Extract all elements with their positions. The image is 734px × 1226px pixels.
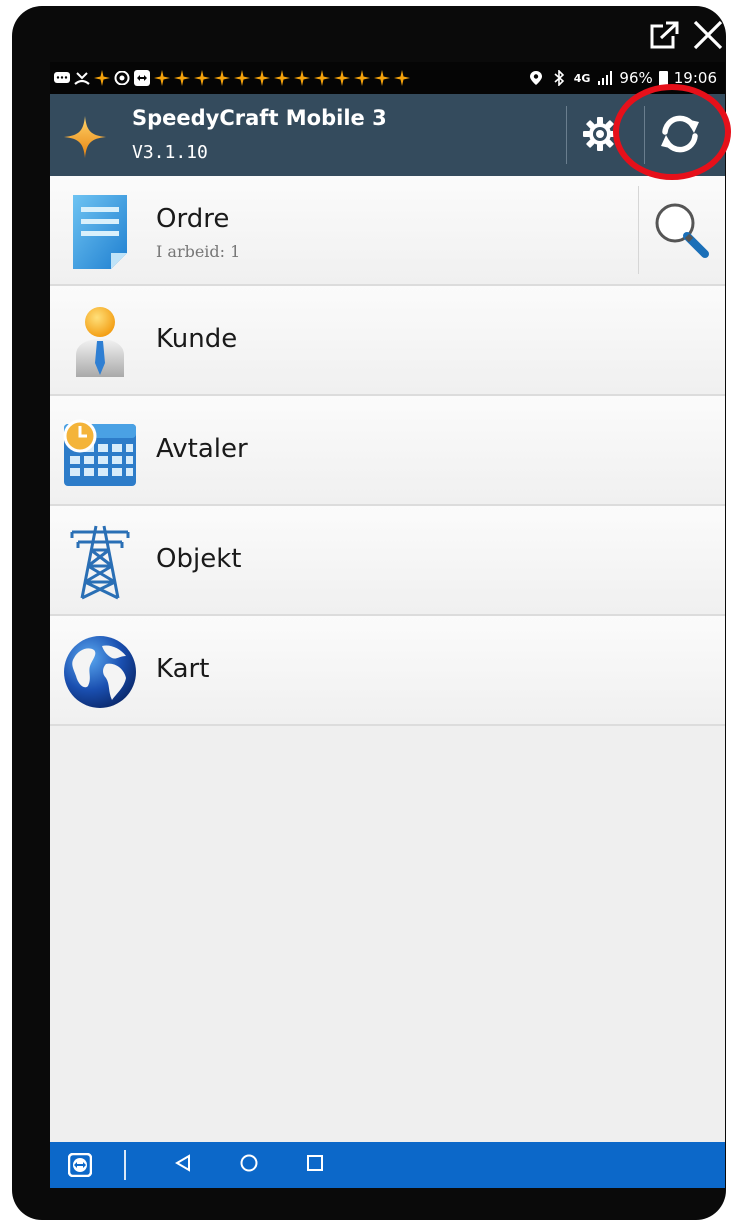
appbar-divider <box>644 106 645 164</box>
home-button[interactable] <box>234 1150 264 1180</box>
menu-item-label: Ordre <box>156 204 230 234</box>
star-notification-icon <box>373 70 390 87</box>
star-notification-icon <box>213 70 230 87</box>
menu-item-label: Objekt <box>156 544 242 574</box>
home-icon <box>239 1153 259 1177</box>
star-notification-icon <box>353 70 370 87</box>
signal-icon <box>596 70 613 87</box>
battery-percent: 96% <box>619 69 653 87</box>
star-notification-icon <box>253 70 270 87</box>
recents-icon <box>306 1154 324 1176</box>
device-frame: 4G 96% 19:06 SpeedyCraft Mobile 3 V3.1.1… <box>12 6 731 1220</box>
star-notification-icon <box>333 70 350 87</box>
back-button[interactable] <box>168 1150 198 1180</box>
star-notification-icon <box>393 70 410 87</box>
main-menu: Ordre I arbeid: 1 Kunde Avtaler Objekt K… <box>50 176 725 726</box>
teamviewer-icon <box>133 70 150 87</box>
power-tower-icon <box>60 524 140 600</box>
sync-icon <box>657 113 703 159</box>
app-title: SpeedyCraft Mobile 3 <box>132 106 387 130</box>
menu-item-kunde[interactable]: Kunde <box>50 286 725 396</box>
notification-icons <box>53 70 410 87</box>
star-notification-icon <box>93 70 110 87</box>
bluetooth-icon <box>551 70 568 87</box>
person-icon <box>60 304 140 380</box>
location-icon <box>528 70 545 87</box>
recents-button[interactable] <box>300 1150 330 1180</box>
star-logo-icon <box>64 116 106 162</box>
document-icon <box>60 194 140 270</box>
menu-item-label: Kart <box>156 654 210 684</box>
popout-icon[interactable] <box>649 20 681 54</box>
menu-item-kart[interactable]: Kart <box>50 616 725 726</box>
clock: 19:06 <box>673 69 717 87</box>
battery-icon <box>658 70 668 86</box>
nav-separator <box>124 1150 126 1180</box>
network-type: 4G <box>573 71 591 85</box>
star-notification-icon <box>313 70 330 87</box>
star-notification-icon <box>173 70 190 87</box>
back-icon <box>174 1154 192 1176</box>
status-bar: 4G 96% 19:06 <box>50 62 725 94</box>
message-icon <box>53 70 70 87</box>
teamviewer-icon[interactable] <box>67 1152 93 1181</box>
menu-item-sublabel: I arbeid: 1 <box>156 242 241 261</box>
menu-item-avtaler[interactable]: Avtaler <box>50 396 725 506</box>
star-notification-icon <box>273 70 290 87</box>
menu-item-objekt[interactable]: Objekt <box>50 506 725 616</box>
calendar-icon <box>60 414 140 490</box>
close-icon[interactable] <box>692 20 724 54</box>
sync-button[interactable] <box>650 112 710 160</box>
menu-item-label: Kunde <box>156 324 238 354</box>
missed-call-icon <box>73 70 90 87</box>
eye-icon <box>113 70 130 87</box>
star-notification-icon <box>153 70 170 87</box>
search-button[interactable] <box>646 196 716 266</box>
gear-icon <box>580 114 620 158</box>
phone-screen: 4G 96% 19:06 SpeedyCraft Mobile 3 V3.1.1… <box>50 62 725 1188</box>
menu-item-label: Avtaler <box>156 434 248 464</box>
app-bar: SpeedyCraft Mobile 3 V3.1.10 <box>50 94 725 176</box>
star-notification-icon <box>193 70 210 87</box>
search-icon <box>651 199 711 263</box>
navigation-bar <box>50 1142 725 1188</box>
star-notification-icon <box>233 70 250 87</box>
settings-button[interactable] <box>576 116 624 156</box>
globe-icon <box>60 634 140 710</box>
system-icons: 4G 96% 19:06 <box>528 69 717 87</box>
star-notification-icon <box>293 70 310 87</box>
search-divider <box>638 186 639 274</box>
appbar-divider <box>566 106 567 164</box>
menu-item-ordre[interactable]: Ordre I arbeid: 1 <box>50 176 725 286</box>
app-version: V3.1.10 <box>132 142 208 163</box>
